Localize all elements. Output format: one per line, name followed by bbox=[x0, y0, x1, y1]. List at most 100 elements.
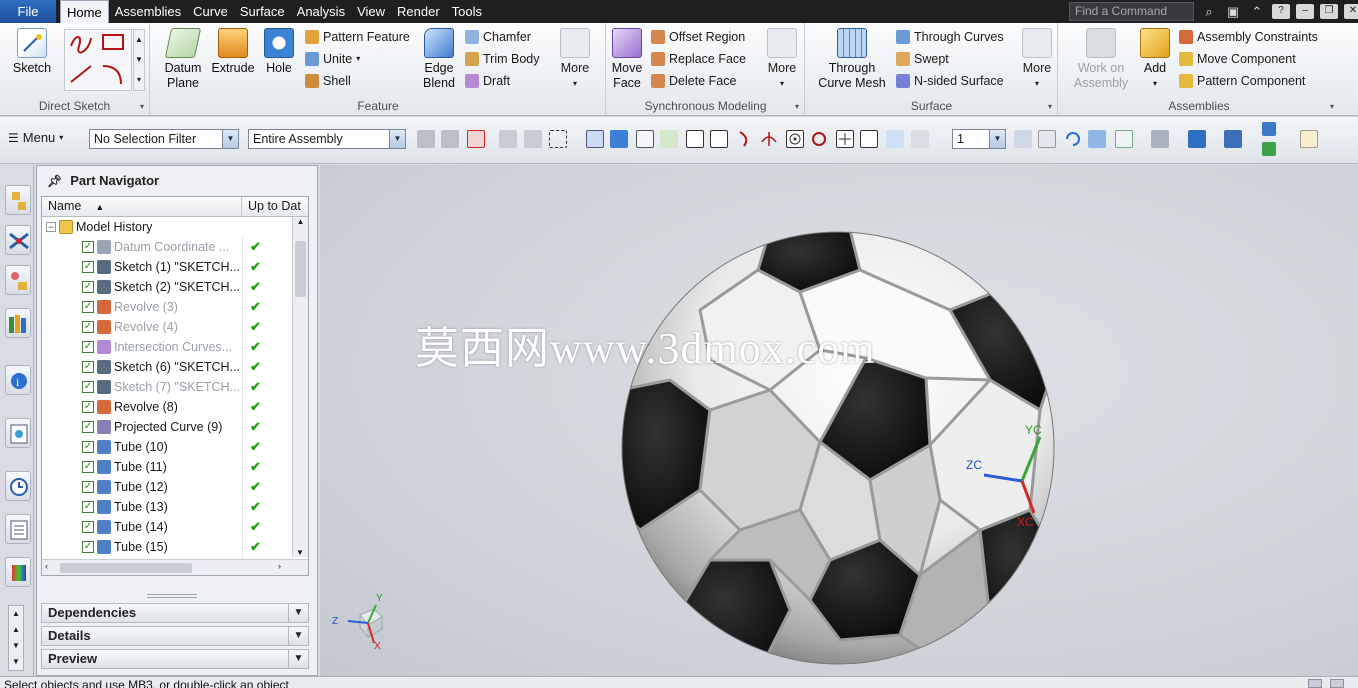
selection-scope-select[interactable]: Entire Assembly ▼ bbox=[248, 129, 406, 149]
assembly-navigator-icon[interactable] bbox=[5, 185, 31, 215]
menu-button[interactable]: ☰ Menu ▾ bbox=[8, 130, 63, 145]
trim-body-button[interactable]: Trim Body bbox=[465, 49, 540, 69]
hole-button[interactable]: Hole bbox=[261, 28, 297, 76]
visibility-checkbox[interactable]: ✓ bbox=[82, 441, 94, 453]
solid-body-icon[interactable] bbox=[586, 130, 604, 148]
move-face-button[interactable]: Move Face bbox=[609, 28, 645, 91]
grid-snap-icon[interactable] bbox=[660, 130, 678, 148]
chamfer-button[interactable]: Chamfer bbox=[465, 27, 531, 47]
restore-icon[interactable]: ❐ bbox=[1320, 4, 1338, 19]
visibility-checkbox[interactable]: ✓ bbox=[82, 361, 94, 373]
delete-face-button[interactable]: Delete Face bbox=[651, 71, 736, 91]
tab-curve[interactable]: Curve bbox=[187, 0, 234, 23]
constraint-navigator-icon[interactable] bbox=[5, 225, 31, 255]
visibility-checkbox[interactable]: ✓ bbox=[82, 521, 94, 533]
control-point-icon[interactable] bbox=[736, 130, 754, 148]
show-hide-icon[interactable] bbox=[1224, 130, 1242, 148]
intersection-point-icon[interactable] bbox=[760, 130, 778, 148]
swept-button[interactable]: Swept bbox=[896, 49, 949, 69]
collapse-ribbon-icon[interactable]: ⌃ bbox=[1248, 4, 1266, 20]
add-component-button[interactable]: Add ▾ bbox=[1137, 28, 1173, 91]
midpoint-icon[interactable] bbox=[710, 130, 728, 148]
draft-button[interactable]: Draft bbox=[465, 71, 510, 91]
orient-view-icon[interactable] bbox=[1115, 130, 1133, 148]
tree-row[interactable]: ✓ Tube (11) ✔ bbox=[42, 457, 292, 477]
visibility-checkbox[interactable]: ✓ bbox=[82, 341, 94, 353]
preview-panel-header[interactable]: Preview ▼ bbox=[41, 649, 309, 669]
measure-icon[interactable] bbox=[1300, 130, 1318, 148]
visibility-checkbox[interactable]: ✓ bbox=[82, 281, 94, 293]
tree-row[interactable]: ✓ Sketch (1) "SKETCH... ✔ bbox=[42, 257, 292, 277]
fullscreen-icon[interactable]: ▣ bbox=[1224, 4, 1242, 20]
endpoint-icon[interactable] bbox=[686, 130, 704, 148]
reuse-library-icon[interactable] bbox=[5, 308, 31, 338]
bounded-grid-icon[interactable] bbox=[911, 130, 929, 148]
close-icon[interactable]: ✕ bbox=[1344, 4, 1358, 19]
gallery-scroll[interactable]: ▲ ▼ ▾ bbox=[133, 29, 145, 91]
tree-horizontal-scrollbar[interactable]: ‹ › bbox=[42, 559, 308, 575]
visibility-checkbox[interactable]: ✓ bbox=[82, 461, 94, 473]
visibility-checkbox[interactable]: ✓ bbox=[82, 261, 94, 273]
general-object-icon[interactable] bbox=[417, 130, 435, 148]
through-curves-button[interactable]: Through Curves bbox=[896, 27, 1004, 47]
column-header-up-to-date[interactable]: Up to Dat bbox=[242, 197, 308, 217]
shell-button[interactable]: Shell bbox=[305, 71, 351, 91]
group-expand-icon[interactable]: ▾ bbox=[1048, 102, 1052, 111]
shaded-body-icon[interactable] bbox=[610, 130, 628, 148]
tree-node-model-history[interactable]: − Model History bbox=[42, 217, 292, 237]
work-layer-select[interactable]: 1 ▼ bbox=[952, 129, 1006, 149]
box-select-icon[interactable] bbox=[549, 130, 567, 148]
group-expand-icon[interactable]: ▾ bbox=[1330, 102, 1334, 111]
tab-tools[interactable]: Tools bbox=[446, 0, 488, 23]
group-expand-icon[interactable]: ▾ bbox=[795, 102, 799, 111]
rotate-icon[interactable] bbox=[1064, 130, 1082, 148]
surface-more-button[interactable]: More ▾ bbox=[1018, 28, 1056, 91]
n-sided-surface-button[interactable]: N-sided Surface bbox=[896, 71, 1004, 91]
point-on-curve-icon[interactable] bbox=[860, 130, 878, 148]
visibility-checkbox[interactable]: ✓ bbox=[82, 321, 94, 333]
sketch-curve-gallery[interactable] bbox=[64, 29, 132, 91]
search-icon[interactable]: ⌕ bbox=[1200, 4, 1218, 20]
pattern-component-button[interactable]: Pattern Component bbox=[1179, 71, 1305, 91]
visibility-checkbox[interactable]: ✓ bbox=[82, 401, 94, 413]
tree-row[interactable]: ✓ Tube (14) ✔ bbox=[42, 517, 292, 537]
history-icon[interactable] bbox=[5, 471, 31, 501]
select-face-icon[interactable] bbox=[524, 130, 542, 148]
visibility-checkbox[interactable]: ✓ bbox=[82, 381, 94, 393]
visibility-checkbox[interactable]: ✓ bbox=[82, 421, 94, 433]
tree-row[interactable]: ✓ Tube (12) ✔ bbox=[42, 477, 292, 497]
pin-icon[interactable]: 📌︎ bbox=[47, 174, 62, 188]
scroll-thumb[interactable] bbox=[295, 241, 306, 297]
tab-assemblies[interactable]: Assemblies bbox=[109, 0, 187, 23]
system-materials-icon[interactable] bbox=[5, 514, 31, 544]
collapse-icon[interactable]: − bbox=[46, 222, 56, 232]
zoom-icon[interactable] bbox=[1038, 130, 1056, 148]
extrude-button[interactable]: Extrude bbox=[209, 28, 257, 76]
select-body-icon[interactable] bbox=[499, 130, 517, 148]
wcs-icon[interactable] bbox=[1262, 122, 1276, 136]
tree-row[interactable]: ✓ Tube (15) ✔ bbox=[42, 537, 292, 557]
tree-row[interactable]: ✓ Projected Curve (9) ✔ bbox=[42, 417, 292, 437]
column-header-name[interactable]: Name ▲ bbox=[42, 197, 242, 217]
dependencies-panel-header[interactable]: Dependencies ▼ bbox=[41, 603, 309, 623]
tab-analysis[interactable]: Analysis bbox=[291, 0, 351, 23]
tab-surface[interactable]: Surface bbox=[234, 0, 291, 23]
fit-view-icon[interactable] bbox=[1014, 130, 1032, 148]
tree-row[interactable]: ✓ Sketch (7) "SKETCH... ✔ bbox=[42, 377, 292, 397]
quadrant-point-icon[interactable] bbox=[810, 130, 828, 148]
point-snap-icon[interactable] bbox=[636, 130, 654, 148]
splitter-handle[interactable] bbox=[147, 594, 197, 598]
find-command-input[interactable]: Find a Command bbox=[1069, 2, 1194, 21]
move-component-button[interactable]: Move Component bbox=[1179, 49, 1296, 69]
feature-more-button[interactable]: More ▾ bbox=[555, 28, 595, 91]
tab-home[interactable]: Home bbox=[60, 0, 109, 24]
tree-row[interactable]: ✓ Sketch (6) "SKETCH... ✔ bbox=[42, 357, 292, 377]
details-panel-header[interactable]: Details ▼ bbox=[41, 626, 309, 646]
group-expand-icon[interactable]: ▾ bbox=[140, 102, 144, 111]
file-tab[interactable]: File bbox=[0, 0, 56, 23]
visibility-checkbox[interactable]: ✓ bbox=[82, 241, 94, 253]
resource-bar-scroll[interactable]: ▲ ▲ ▼ ▼ bbox=[8, 605, 24, 671]
tree-row[interactable]: ✓ Tube (13) ✔ bbox=[42, 497, 292, 517]
select-feature-icon[interactable] bbox=[441, 130, 459, 148]
snap-point-icon[interactable] bbox=[467, 130, 485, 148]
